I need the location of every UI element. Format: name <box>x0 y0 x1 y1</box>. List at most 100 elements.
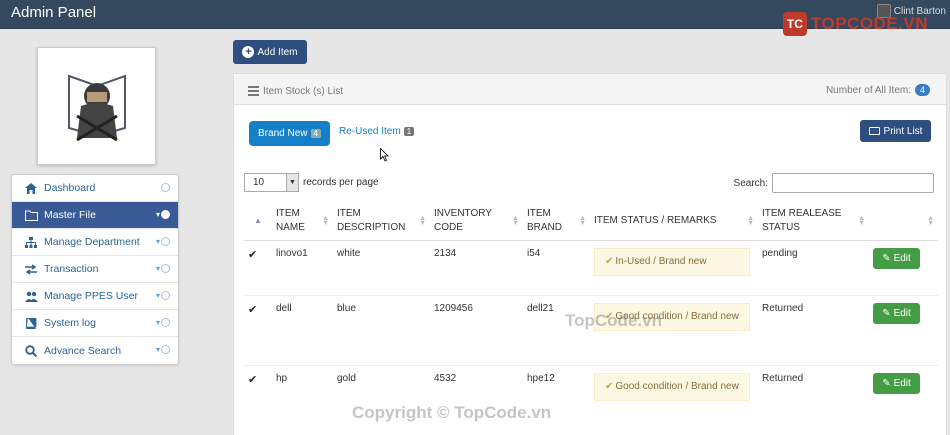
watermark-logo-icon: TC <box>782 12 807 36</box>
check-icon[interactable]: ✔ <box>248 249 257 261</box>
sidebar-item-label: Manage Department <box>44 236 140 248</box>
page-length-select[interactable]: 10 ▼ <box>244 173 299 192</box>
circle-icon <box>161 183 170 192</box>
sidebar-item-label: Master File <box>44 209 96 221</box>
pencil-icon: ✎ <box>882 252 891 264</box>
item-count: Number of All Item: 4 <box>826 84 930 96</box>
table-row[interactable]: ✔ hp gold 4532 hpe12 ✔ Good condition / B… <box>244 365 938 435</box>
item-stock-panel: Item Stock (s) List Number of All Item: … <box>233 73 947 435</box>
cell-item-name: dell <box>272 295 333 366</box>
circle-icon <box>161 345 170 354</box>
panel-title-text: Item Stock (s) List <box>263 85 344 97</box>
check-icon[interactable]: ✔ <box>248 304 257 316</box>
sidebar-item-transaction[interactable]: Transaction ▾ <box>12 256 178 283</box>
search-label: Search: <box>733 177 768 189</box>
sidebar-item-label: Advance Search <box>44 344 122 357</box>
edit-button[interactable]: ✎ Edit <box>873 302 920 324</box>
tab-label: Brand New <box>258 128 308 139</box>
item-count-label: Number of All Item: <box>825 84 911 96</box>
mouse-cursor-icon <box>380 148 389 162</box>
column-header-select[interactable]: ▲ <box>244 202 272 241</box>
check-icon: ✔ <box>605 380 614 392</box>
tab-badge: 4 <box>310 129 321 138</box>
expand-indicator: ▾ <box>156 264 170 273</box>
column-header-inventory-code[interactable]: INVENTORY CODE ▲ ▼ <box>430 202 523 241</box>
add-item-button[interactable]: + Add Item <box>233 40 307 64</box>
cell-item-description: gold <box>333 365 430 435</box>
users-icon <box>24 290 38 302</box>
records-per-page: 10 ▼ records per page <box>244 173 379 192</box>
list-icon <box>248 84 259 98</box>
cell-release-status: Returned <box>758 295 869 366</box>
panel-heading: Item Stock (s) List Number of All Item: … <box>234 74 946 105</box>
table-search: Search: <box>734 173 934 193</box>
column-header-item-status[interactable]: ITEM STATUS / REMARKS ▲ ▼ <box>590 202 758 241</box>
cell-item-description: blue <box>333 295 430 366</box>
circle-icon <box>161 210 170 219</box>
column-header-item-description[interactable]: ITEM DESCRIPTION ▲ ▼ <box>333 202 430 241</box>
search-icon <box>24 344 38 357</box>
cell-item-name: hp <box>272 365 333 435</box>
watermark-logo: TC TOPCODE.VN <box>782 12 928 36</box>
column-header-release-status[interactable]: ITEM REALEASE STATUS ▲ ▼ <box>758 202 869 241</box>
table-row[interactable]: ✔ linovo1 white 2134 i54 ✔ In-Used / Bran… <box>244 240 938 296</box>
cell-item-brand: i54 <box>523 240 590 296</box>
sitemap-icon <box>24 236 38 248</box>
column-header-item-brand[interactable]: ITEM BRAND ▲ ▼ <box>523 202 590 241</box>
print-list-label: Print List <box>883 125 923 137</box>
sidebar-item-dashboard[interactable]: Dashboard <box>12 175 178 202</box>
edit-button[interactable]: ✎ Edit <box>873 372 920 394</box>
sidebar-item-manage-department[interactable]: Manage Department ▾ <box>12 229 178 256</box>
page-length-value: 10 <box>253 177 265 188</box>
column-header-item-name[interactable]: ITEM NAME ▲ ▼ <box>272 202 333 241</box>
sidebar-nav: Dashboard Master File ▾ Manage Departmen… <box>11 174 179 365</box>
tab-re-used-item[interactable]: Re-Used Item 1 <box>339 126 415 137</box>
add-item-label: Add Item <box>257 46 298 58</box>
panel-title: Item Stock (s) List <box>248 84 343 98</box>
sidebar-item-label: System log <box>44 317 96 329</box>
column-header-action[interactable]: ▲ ▼ <box>869 202 938 241</box>
cell-release-status: Returned <box>758 365 869 435</box>
table-row[interactable]: ✔ dell blue 1209456 dell21 ✔ Good conditi… <box>244 295 938 366</box>
expand-indicator: ▾ <box>156 291 170 300</box>
status-badge: ✔ Good condition / Brand new <box>594 372 750 401</box>
sidebar-item-master-file[interactable]: Master File ▾ <box>12 202 178 229</box>
sidebar-item-label: Transaction <box>44 263 99 275</box>
home-icon <box>24 182 38 194</box>
expand-indicator: ▾ <box>156 210 170 219</box>
chevron-down-icon: ▼ <box>286 174 298 191</box>
pencil-icon: ✎ <box>882 307 891 319</box>
cell-item-name: linovo1 <box>272 240 333 296</box>
sidebar-item-system-log[interactable]: System log ▾ <box>12 310 178 337</box>
status-badge: ✔ Good condition / Brand new <box>594 302 750 331</box>
sidebar-item-label: Dashboard <box>44 182 96 194</box>
profile-artwork <box>56 66 137 146</box>
sidebar-item-label: Manage PPES User <box>44 290 138 302</box>
exchange-icon <box>24 263 38 275</box>
check-icon[interactable]: ✔ <box>248 374 257 386</box>
search-input[interactable] <box>772 173 934 193</box>
item-table: ▲ ITEM NAME ▲ ▼ ITEM DESCRIPTION ▲ ▼ INVENTO… <box>244 202 938 435</box>
item-count-badge: 4 <box>914 84 930 96</box>
app-title[interactable]: Admin Panel <box>11 4 96 21</box>
book-icon <box>24 317 38 329</box>
print-list-button[interactable]: Print List <box>860 120 931 142</box>
sidebar-item-advance-search[interactable]: Advance Search ▾ <box>12 337 178 364</box>
expand-indicator: ▾ <box>156 318 170 327</box>
status-badge: ✔ In-Used / Brand new <box>594 247 750 276</box>
sidebar-item-manage-ppes-user[interactable]: Manage PPES User ▾ <box>12 283 178 310</box>
cell-inventory-code: 2134 <box>430 240 523 296</box>
circle-icon <box>161 264 170 273</box>
cell-release-status: pending <box>758 240 869 296</box>
cell-item-brand: dell21 <box>523 295 590 366</box>
cell-item-description: white <box>333 240 430 296</box>
cell-item-brand: hpe12 <box>523 365 590 435</box>
tab-badge: 1 <box>403 127 415 136</box>
tab-brand-new[interactable]: Brand New 4 <box>249 121 330 146</box>
circle-icon <box>161 237 170 246</box>
page-length-label: records per page <box>303 177 379 188</box>
watermark-logo-text: TOPCODE.VN <box>810 14 928 33</box>
expand-indicator: ▾ <box>156 345 170 354</box>
expand-indicator: ▾ <box>156 237 170 246</box>
edit-button[interactable]: ✎ Edit <box>873 247 920 269</box>
